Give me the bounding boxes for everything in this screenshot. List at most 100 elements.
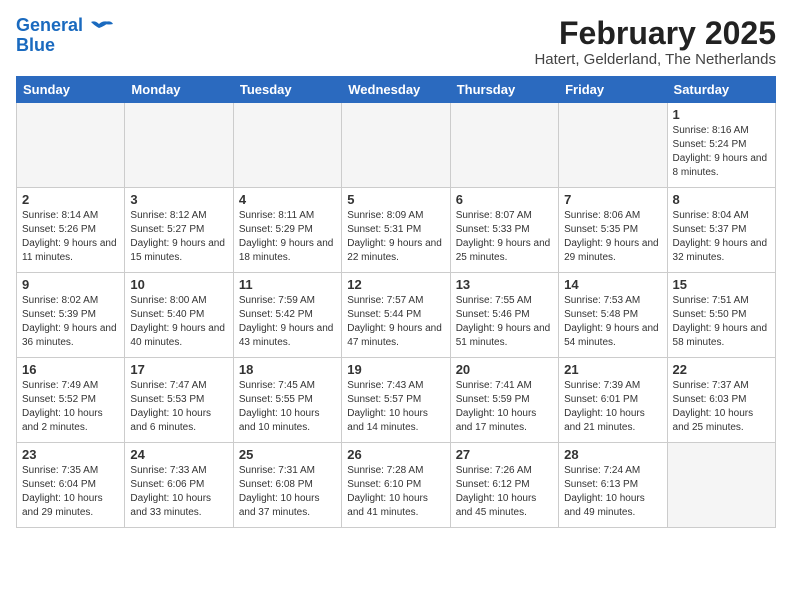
weekday-header-wednesday: Wednesday bbox=[342, 77, 450, 103]
month-year-title: February 2025 bbox=[534, 16, 776, 51]
day-number: 15 bbox=[673, 277, 770, 292]
calendar-cell: 26 Sunrise: 7:28 AM Sunset: 6:10 PM Dayli… bbox=[342, 443, 450, 528]
week-row-2: 2 Sunrise: 8:14 AM Sunset: 5:26 PM Daylig… bbox=[17, 188, 776, 273]
day-info: Sunrise: 7:26 AM Sunset: 6:12 PM Dayligh… bbox=[456, 464, 553, 520]
calendar-cell: 3 Sunrise: 8:12 AM Sunset: 5:27 PM Daylig… bbox=[125, 188, 233, 273]
day-info: Sunrise: 8:16 AM Sunset: 5:24 PM Dayligh… bbox=[673, 124, 770, 180]
day-number: 10 bbox=[130, 277, 227, 292]
calendar-cell: 28Sunrise: 7:24 AM Sunset: 6:13 PM Dayli… bbox=[559, 443, 667, 528]
calendar-cell bbox=[667, 443, 775, 528]
calendar-cell bbox=[125, 103, 233, 188]
day-info: Sunrise: 7:31 AM Sunset: 6:08 PM Dayligh… bbox=[239, 464, 336, 520]
day-info: Sunrise: 8:14 AM Sunset: 5:26 PM Dayligh… bbox=[22, 209, 119, 265]
calendar-cell: 1 Sunrise: 8:16 AM Sunset: 5:24 PM Daylig… bbox=[667, 103, 775, 188]
calendar-cell: 7 Sunrise: 8:06 AM Sunset: 5:35 PM Daylig… bbox=[559, 188, 667, 273]
calendar-cell: 19 Sunrise: 7:43 AM Sunset: 5:57 PM Dayli… bbox=[342, 358, 450, 443]
day-info: Sunrise: 8:11 AM Sunset: 5:29 PM Dayligh… bbox=[239, 209, 336, 265]
weekday-header-tuesday: Tuesday bbox=[233, 77, 341, 103]
day-number: 13 bbox=[456, 277, 553, 292]
day-info: Sunrise: 7:55 AM Sunset: 5:46 PM Dayligh… bbox=[456, 294, 553, 350]
day-info: Sunrise: 7:35 AM Sunset: 6:04 PM Dayligh… bbox=[22, 464, 119, 520]
calendar-cell: 8Sunrise: 8:04 AM Sunset: 5:37 PM Daylig… bbox=[667, 188, 775, 273]
day-info: Sunrise: 7:45 AM Sunset: 5:55 PM Dayligh… bbox=[239, 379, 336, 435]
calendar-cell: 18Sunrise: 7:45 AM Sunset: 5:55 PM Dayli… bbox=[233, 358, 341, 443]
day-number: 12 bbox=[347, 277, 444, 292]
day-info: Sunrise: 8:04 AM Sunset: 5:37 PM Dayligh… bbox=[673, 209, 770, 265]
day-info: Sunrise: 7:33 AM Sunset: 6:06 PM Dayligh… bbox=[130, 464, 227, 520]
day-info: Sunrise: 7:24 AM Sunset: 6:13 PM Dayligh… bbox=[564, 464, 661, 520]
day-number: 17 bbox=[130, 362, 227, 377]
calendar-cell: 21 Sunrise: 7:39 AM Sunset: 6:01 PM Dayli… bbox=[559, 358, 667, 443]
logo-bird-icon bbox=[85, 20, 113, 42]
week-row-3: 9 Sunrise: 8:02 AM Sunset: 5:39 PM Daylig… bbox=[17, 273, 776, 358]
calendar-cell: 4 Sunrise: 8:11 AM Sunset: 5:29 PM Daylig… bbox=[233, 188, 341, 273]
calendar-cell: 27 Sunrise: 7:26 AM Sunset: 6:12 PM Dayli… bbox=[450, 443, 558, 528]
day-number: 23 bbox=[22, 447, 119, 462]
calendar-cell: 12 Sunrise: 7:57 AM Sunset: 5:44 PM Dayli… bbox=[342, 273, 450, 358]
calendar-cell: 24 Sunrise: 7:33 AM Sunset: 6:06 PM Dayli… bbox=[125, 443, 233, 528]
day-info: Sunrise: 7:53 AM Sunset: 5:48 PM Dayligh… bbox=[564, 294, 661, 350]
calendar-cell: 2 Sunrise: 8:14 AM Sunset: 5:26 PM Daylig… bbox=[17, 188, 125, 273]
day-number: 6 bbox=[456, 192, 553, 207]
calendar-cell: 25 Sunrise: 7:31 AM Sunset: 6:08 PM Dayli… bbox=[233, 443, 341, 528]
week-row-4: 16Sunrise: 7:49 AM Sunset: 5:52 PM Dayli… bbox=[17, 358, 776, 443]
day-number: 21 bbox=[564, 362, 661, 377]
calendar-cell bbox=[17, 103, 125, 188]
day-number: 27 bbox=[456, 447, 553, 462]
day-info: Sunrise: 7:39 AM Sunset: 6:01 PM Dayligh… bbox=[564, 379, 661, 435]
day-number: 16 bbox=[22, 362, 119, 377]
week-row-5: 23 Sunrise: 7:35 AM Sunset: 6:04 PM Dayli… bbox=[17, 443, 776, 528]
day-info: Sunrise: 7:47 AM Sunset: 5:53 PM Dayligh… bbox=[130, 379, 227, 435]
day-info: Sunrise: 7:59 AM Sunset: 5:42 PM Dayligh… bbox=[239, 294, 336, 350]
calendar-cell: 14 Sunrise: 7:53 AM Sunset: 5:48 PM Dayli… bbox=[559, 273, 667, 358]
day-number: 19 bbox=[347, 362, 444, 377]
day-number: 9 bbox=[22, 277, 119, 292]
day-info: Sunrise: 7:28 AM Sunset: 6:10 PM Dayligh… bbox=[347, 464, 444, 520]
day-number: 5 bbox=[347, 192, 444, 207]
calendar-cell: 16Sunrise: 7:49 AM Sunset: 5:52 PM Dayli… bbox=[17, 358, 125, 443]
day-info: Sunrise: 8:02 AM Sunset: 5:39 PM Dayligh… bbox=[22, 294, 119, 350]
day-info: Sunrise: 8:06 AM Sunset: 5:35 PM Dayligh… bbox=[564, 209, 661, 265]
weekday-header-monday: Monday bbox=[125, 77, 233, 103]
calendar-cell bbox=[559, 103, 667, 188]
day-number: 25 bbox=[239, 447, 336, 462]
weekday-header-saturday: Saturday bbox=[667, 77, 775, 103]
calendar-cell: 13 Sunrise: 7:55 AM Sunset: 5:46 PM Dayli… bbox=[450, 273, 558, 358]
day-info: Sunrise: 8:07 AM Sunset: 5:33 PM Dayligh… bbox=[456, 209, 553, 265]
weekday-header-thursday: Thursday bbox=[450, 77, 558, 103]
calendar-cell bbox=[450, 103, 558, 188]
calendar-cell: 9 Sunrise: 8:02 AM Sunset: 5:39 PM Daylig… bbox=[17, 273, 125, 358]
day-info: Sunrise: 7:43 AM Sunset: 5:57 PM Dayligh… bbox=[347, 379, 444, 435]
day-number: 1 bbox=[673, 107, 770, 122]
page-header: GeneralBlue February 2025 Hatert, Gelder… bbox=[16, 16, 776, 68]
day-info: Sunrise: 7:57 AM Sunset: 5:44 PM Dayligh… bbox=[347, 294, 444, 350]
calendar-cell: 22Sunrise: 7:37 AM Sunset: 6:03 PM Dayli… bbox=[667, 358, 775, 443]
day-number: 26 bbox=[347, 447, 444, 462]
calendar-cell: 6 Sunrise: 8:07 AM Sunset: 5:33 PM Daylig… bbox=[450, 188, 558, 273]
day-number: 24 bbox=[130, 447, 227, 462]
calendar-cell bbox=[233, 103, 341, 188]
week-row-1: 1 Sunrise: 8:16 AM Sunset: 5:24 PM Daylig… bbox=[17, 103, 776, 188]
calendar-cell: 5Sunrise: 8:09 AM Sunset: 5:31 PM Daylig… bbox=[342, 188, 450, 273]
title-block: February 2025 Hatert, Gelderland, The Ne… bbox=[534, 16, 776, 68]
calendar-cell: 15Sunrise: 7:51 AM Sunset: 5:50 PM Dayli… bbox=[667, 273, 775, 358]
day-info: Sunrise: 8:12 AM Sunset: 5:27 PM Dayligh… bbox=[130, 209, 227, 265]
location-subtitle: Hatert, Gelderland, The Netherlands bbox=[534, 51, 776, 68]
weekday-header-row: SundayMondayTuesdayWednesdayThursdayFrid… bbox=[17, 77, 776, 103]
day-number: 11 bbox=[239, 277, 336, 292]
day-info: Sunrise: 8:00 AM Sunset: 5:40 PM Dayligh… bbox=[130, 294, 227, 350]
calendar-cell: 11 Sunrise: 7:59 AM Sunset: 5:42 PM Dayli… bbox=[233, 273, 341, 358]
calendar-cell: 10 Sunrise: 8:00 AM Sunset: 5:40 PM Dayli… bbox=[125, 273, 233, 358]
weekday-header-sunday: Sunday bbox=[17, 77, 125, 103]
calendar-cell bbox=[342, 103, 450, 188]
day-number: 7 bbox=[564, 192, 661, 207]
day-number: 14 bbox=[564, 277, 661, 292]
day-number: 3 bbox=[130, 192, 227, 207]
day-number: 20 bbox=[456, 362, 553, 377]
day-number: 2 bbox=[22, 192, 119, 207]
calendar-cell: 23 Sunrise: 7:35 AM Sunset: 6:04 PM Dayli… bbox=[17, 443, 125, 528]
day-number: 4 bbox=[239, 192, 336, 207]
logo-text: GeneralBlue bbox=[16, 16, 83, 56]
calendar-cell: 20Sunrise: 7:41 AM Sunset: 5:59 PM Dayli… bbox=[450, 358, 558, 443]
calendar-cell: 17 Sunrise: 7:47 AM Sunset: 5:53 PM Dayli… bbox=[125, 358, 233, 443]
